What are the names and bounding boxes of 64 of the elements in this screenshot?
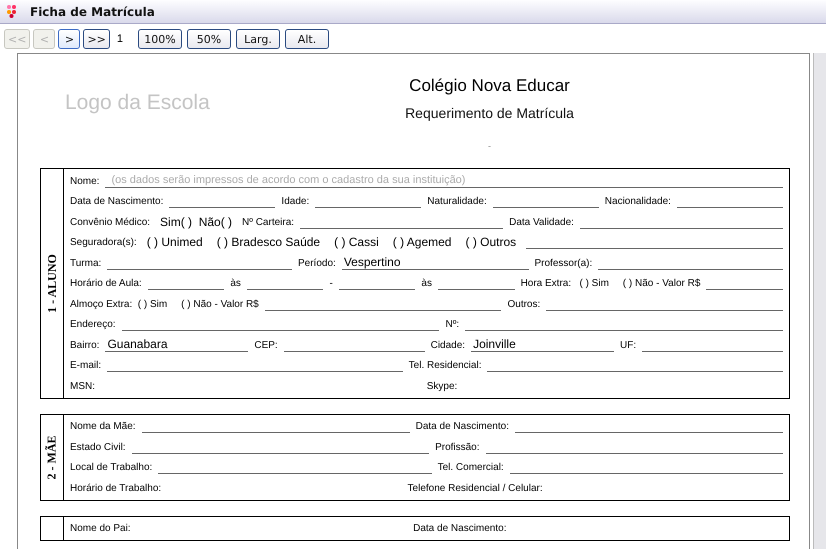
window-title: Ficha de Matrícula (30, 4, 155, 18)
scrollbar[interactable] (813, 53, 826, 549)
field-label: Naturalidade: (427, 195, 487, 208)
field-hint: (os dados serão impressos de acordo com o cadastro da sua instituição) (105, 172, 783, 188)
field-label: Convênio Médico: (70, 216, 150, 228)
field-label: Telefone Residencial / Celular: (408, 482, 543, 494)
school-name: Colégio Nova Educar (409, 76, 570, 96)
field-label: CEP: (254, 338, 278, 352)
page-nav-button[interactable]: >> (83, 29, 110, 49)
section-title: 1 - ALUNO (44, 254, 60, 313)
field-label: Nacionalidade: (604, 195, 671, 208)
field-label: Nome do Pai: (70, 522, 131, 535)
field-label: Endereço: (70, 318, 116, 331)
zoom-button[interactable]: 50% (187, 29, 231, 49)
field-label: Tel. Residencial: (408, 359, 482, 372)
field-label: Almoço Extra: ( ) Sim ( ) Não - Valor R$ (70, 298, 259, 310)
field-label: Tel. Comercial: (438, 461, 504, 474)
option-text: ( ) Agemed (392, 235, 452, 249)
option-text: ( ) Outros (465, 235, 516, 249)
field-label: Período: (298, 256, 336, 270)
zoom-button[interactable]: Larg. (236, 29, 280, 49)
field-label: MSN: (70, 380, 95, 392)
field-label: Local de Trabalho: (70, 461, 152, 474)
field-label: Bairro: (70, 338, 100, 352)
option-text: Sim( ) Não( ) (160, 214, 232, 228)
field-label: - (329, 277, 333, 290)
field-label: E-mail: (70, 359, 102, 372)
page-nav-button[interactable]: > (58, 29, 80, 49)
field-value: Joinville (471, 336, 614, 352)
header-mark: - (488, 141, 491, 151)
field-label: Nº Carteira: (242, 216, 294, 228)
field-label: Professor(a): (534, 256, 592, 270)
field-label: Horário de Trabalho: (70, 482, 162, 494)
field-label: Skype: (426, 380, 458, 392)
field-label: Hora Extra: ( ) Sim ( ) Não - Valor R$ (520, 277, 700, 290)
field-label: Estado Civil: (70, 440, 126, 454)
field-label: Data de Nascimento: (416, 420, 509, 433)
field-label: Idade: (281, 195, 310, 208)
field-label: Turma: (70, 256, 102, 270)
field-label: Profissão: (435, 440, 480, 454)
option-text: ( ) Unimed (146, 235, 203, 249)
option-text: ( ) Bradesco Saúde (216, 235, 320, 249)
form-subtitle: Requerimento de Matrícula (405, 105, 574, 121)
field-value: Guanabara (105, 336, 248, 352)
field-label: Data de Nascimento: (70, 195, 164, 208)
field-label: Cidade: (430, 338, 466, 352)
field-label: Nome: (70, 174, 100, 188)
option-text: ( ) Cassi (334, 235, 379, 249)
field-label: Data de Nascimento: (413, 522, 506, 535)
field-label: às (230, 277, 241, 290)
zoom-button[interactable]: 100% (138, 29, 182, 49)
section-title: 2 - MÃE (44, 435, 60, 479)
field-label: Nome da Mãe: (70, 420, 136, 433)
logo-text: Logo da Escola (65, 91, 211, 115)
field-label: Seguradora(s): (70, 236, 137, 249)
field-label: às (421, 277, 432, 290)
page-number: 1 (116, 33, 123, 45)
field-label: UF: (620, 338, 636, 352)
field-label: Data Validade: (509, 216, 574, 228)
field-label: Outros: (507, 298, 540, 310)
field-label: Nº: (445, 318, 460, 331)
field-label: Horário de Aula: (70, 277, 142, 290)
zoom-button[interactable]: Alt. (285, 29, 329, 49)
field-value: Vespertino (342, 254, 528, 270)
